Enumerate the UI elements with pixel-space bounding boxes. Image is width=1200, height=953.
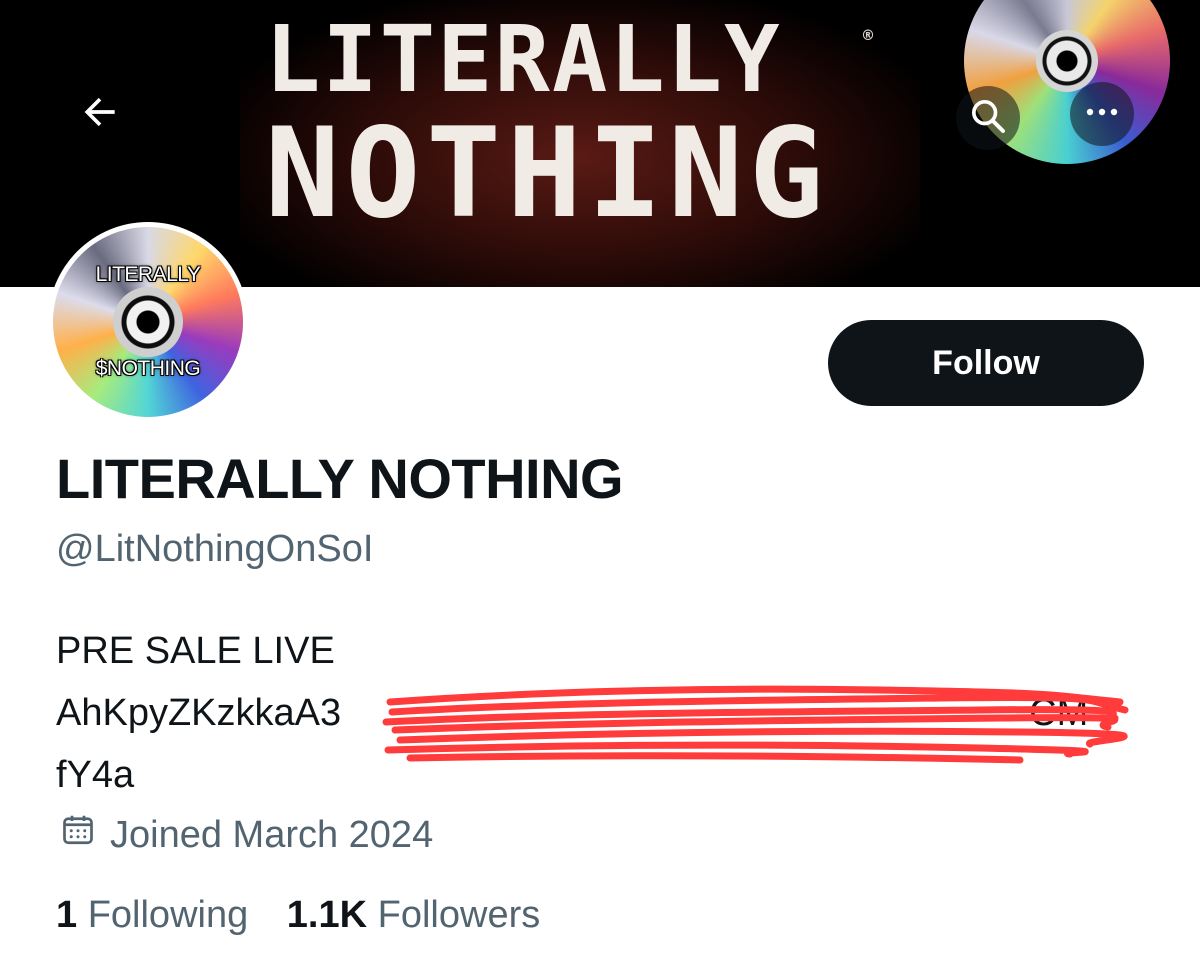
- following-label: Following: [87, 894, 249, 936]
- followers-link[interactable]: 1.1K Followers: [287, 894, 540, 936]
- bio-line-2-start: AhKpyZKzkkaA3: [56, 692, 342, 734]
- registered-mark: ®: [861, 28, 877, 44]
- bio-line-2: AhKpyZKzkkaA3 CM: [56, 682, 1156, 744]
- followers-label: Followers: [377, 894, 541, 936]
- back-button[interactable]: [68, 82, 132, 146]
- user-handle: @LitNothingOnSoI: [56, 528, 374, 570]
- joined-text: Joined March 2024: [110, 813, 434, 856]
- calendar-icon: [60, 812, 110, 858]
- banner-title: LITERALLY NOTHING ®: [265, 6, 905, 246]
- bio: PRE SALE LIVE AhKpyZKzkkaA3 CM fY4a: [56, 620, 1156, 806]
- search-icon: [968, 96, 1008, 141]
- search-button[interactable]: [956, 86, 1020, 150]
- arrow-left-icon: [78, 90, 122, 139]
- avatar-text-bottom: $NOTHING: [95, 357, 201, 380]
- banner-line1: LITERALLY: [265, 6, 782, 113]
- avatar-image: LITERALLY $NOTHING: [53, 227, 243, 417]
- bio-line-2-end: CM: [1029, 692, 1089, 734]
- follow-stats: 1 Following 1.1K Followers: [56, 894, 568, 937]
- display-name: LITERALLY NOTHING: [56, 447, 624, 510]
- more-button[interactable]: [1070, 82, 1134, 146]
- joined-date: Joined March 2024: [60, 812, 433, 858]
- followers-count: 1.1K: [286, 894, 368, 936]
- following-link[interactable]: 1 Following: [56, 894, 248, 936]
- following-count: 1: [56, 894, 78, 936]
- avatar[interactable]: LITERALLY $NOTHING: [48, 222, 248, 422]
- bio-line-3: fY4a: [56, 754, 135, 796]
- banner-line2: NOTHING: [265, 102, 830, 246]
- follow-button[interactable]: Follow: [828, 320, 1144, 406]
- avatar-text-top: LITERALLY: [95, 263, 201, 286]
- avatar-disc-hole: [113, 287, 183, 357]
- bio-line-1: PRE SALE LIVE: [56, 630, 335, 672]
- more-horizontal-icon: [1084, 105, 1120, 123]
